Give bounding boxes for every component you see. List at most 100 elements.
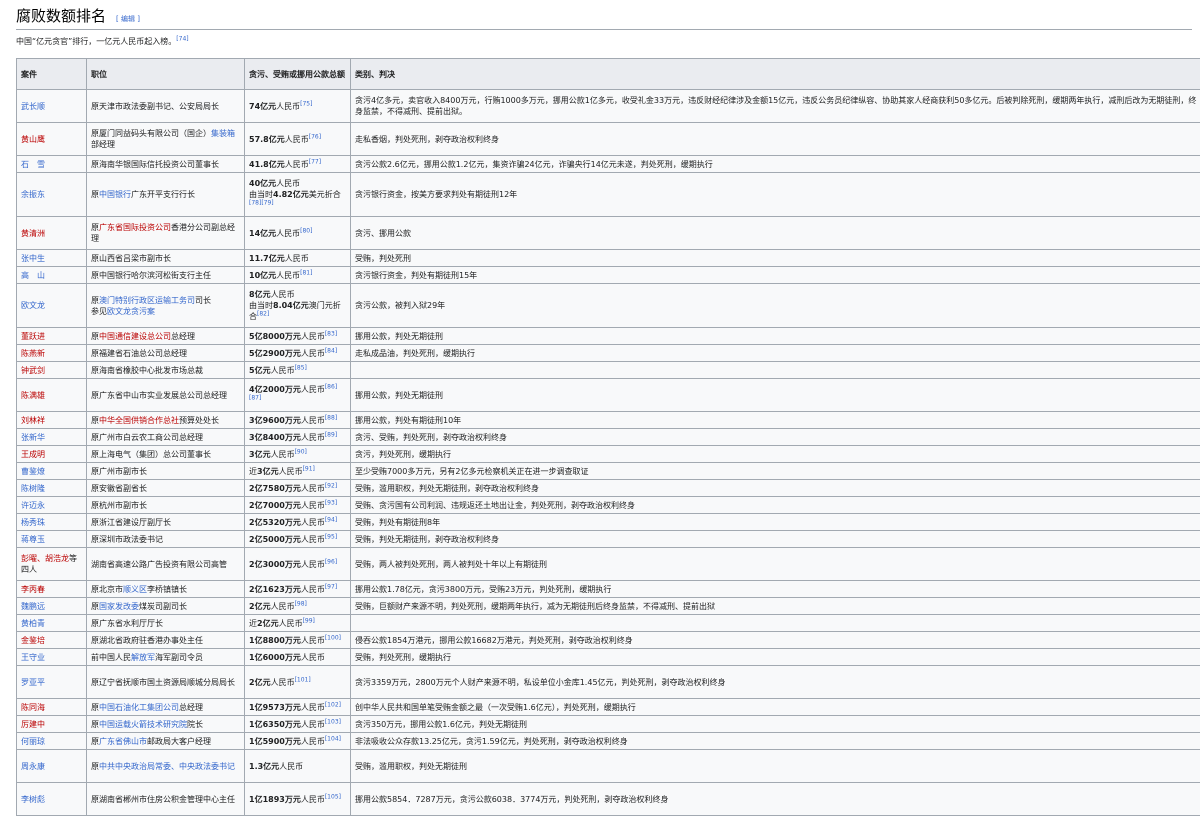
reference-link[interactable]: [102]	[325, 701, 341, 708]
case-name-link[interactable]: 何丽琼	[21, 737, 45, 746]
case-name-link[interactable]: 张中生	[21, 254, 45, 263]
reference-link[interactable]: [84]	[325, 347, 337, 354]
position-link[interactable]: 集装箱	[211, 129, 235, 138]
case-name-link[interactable]: 张新华	[21, 433, 45, 442]
reference-link[interactable]: [80]	[300, 227, 312, 234]
case-name-link[interactable]: 周永康	[21, 762, 45, 771]
amount-value: 2亿1623万元	[249, 585, 301, 594]
position-cell: 原辽宁省抚顺市国土资源局顺城分局局长	[87, 666, 245, 699]
see-also-link[interactable]: 欧文龙贪污案	[107, 307, 155, 316]
reference-link[interactable]: [91]	[303, 465, 315, 472]
case-name-link[interactable]: 陈同海	[21, 703, 45, 712]
case-name-cell: 厉建中	[17, 716, 87, 733]
case-name-link[interactable]: 李树彪	[21, 795, 45, 804]
reference-link[interactable]: [75]	[300, 100, 312, 107]
case-name-link[interactable]: 王守业	[21, 653, 45, 662]
amount-cell: 41.8亿元人民币[77]	[245, 156, 351, 173]
case-name-link[interactable]: 石 雪	[21, 160, 45, 169]
case-name-link[interactable]: 陈燕新	[21, 349, 45, 358]
case-name-link[interactable]: 刘林祥	[21, 416, 45, 425]
case-name-link[interactable]: 陈树隆	[21, 484, 45, 493]
reference-link[interactable]: [90]	[295, 448, 307, 455]
reference-link[interactable]: [105]	[325, 793, 341, 800]
column-header-amount[interactable]: 贪污、受贿或挪用公款总额	[245, 59, 351, 90]
case-name-link[interactable]: 魏鹏远	[21, 602, 45, 611]
reference-link[interactable]: [82]	[257, 310, 269, 317]
position-text: 原广东省水利厅厅长	[91, 619, 163, 628]
case-name-link[interactable]: 金鉴培	[21, 636, 45, 645]
column-header-verdict[interactable]: 类别、判决	[351, 59, 1200, 90]
reference-link[interactable]: [83]	[325, 330, 337, 337]
position-cell: 原湖南省郴州市住房公积金管理中心主任	[87, 783, 245, 816]
case-name-link[interactable]: 武长顺	[21, 102, 45, 111]
verdict-cell: 贪污4亿多元，卖官收入8400万元，行贿1000多万元，挪用公款1亿多元，收受礼…	[351, 90, 1200, 123]
column-header-position[interactable]: 职位	[87, 59, 245, 90]
case-name-link[interactable]: 曹鉴燎	[21, 467, 45, 476]
edit-link[interactable]: [ 编辑 ]	[116, 14, 140, 24]
reference-link[interactable]: [88]	[325, 414, 337, 421]
case-name-link[interactable]: 高 山	[21, 271, 45, 280]
table-header-row: 案件 职位 贪污、受贿或挪用公款总额 类别、判决	[17, 59, 1200, 90]
case-name-cell: 张中生	[17, 250, 87, 267]
reference-link[interactable]: [76]	[309, 133, 321, 140]
reference-link[interactable]: [104]	[325, 735, 341, 742]
case-name-link[interactable]: 欧文龙	[21, 301, 45, 310]
case-name-link[interactable]: 黄柏青	[21, 619, 45, 628]
reference-link[interactable]: [89]	[325, 431, 337, 438]
case-name-link[interactable]: 罗亚平	[21, 678, 45, 687]
position-link[interactable]: 中国石油化工集团公司	[99, 703, 179, 712]
column-header-case[interactable]: 案件	[17, 59, 87, 90]
case-name-link[interactable]: 董跃进	[21, 332, 45, 341]
amount-value: 1亿9573万元	[249, 703, 301, 712]
case-name-link[interactable]: 王成明	[21, 450, 45, 459]
position-link[interactable]: 国家发改委	[99, 602, 139, 611]
position-link[interactable]: 澳门特别行政区运输工务司	[99, 296, 195, 305]
case-name-link[interactable]: 李丙春	[21, 585, 45, 594]
case-name-link[interactable]: 杨秀珠	[21, 518, 45, 527]
reference-link[interactable]: [97]	[325, 583, 337, 590]
position-link[interactable]: 中国通信建设总公司	[99, 332, 171, 341]
reference-link[interactable]: [95]	[325, 533, 337, 540]
amount-value: 74亿元	[249, 102, 276, 111]
case-name-cell: 余振东	[17, 173, 87, 217]
case-name-link[interactable]: 钟武剑	[21, 366, 45, 375]
reference-link[interactable]: [93]	[325, 499, 337, 506]
position-link[interactable]: 广东省佛山市	[99, 737, 147, 746]
position-cell: 原湖北省政府驻香港办事处主任	[87, 632, 245, 649]
position-link[interactable]: 中华全国供销合作总社	[99, 416, 179, 425]
position-link[interactable]: 广东省国际投资公司	[99, 223, 171, 232]
case-name-link[interactable]: 厉建中	[21, 720, 45, 729]
position-link[interactable]: 顺义区	[123, 585, 147, 594]
case-name-link[interactable]: 黄清洲	[21, 229, 45, 238]
position-link[interactable]: 中国运载火箭技术研究院	[99, 720, 187, 729]
case-name-link[interactable]: 许迈永	[21, 501, 45, 510]
case-name-link[interactable]: 黄山鹰	[21, 135, 45, 144]
case-name-cell: 高 山	[17, 267, 87, 284]
reference-link[interactable]: [103]	[325, 718, 341, 725]
position-cell: 原海南华银国际信托投资公司董事长	[87, 156, 245, 173]
case-name-link[interactable]: 彭曜、胡浩龙	[21, 554, 69, 563]
position-prefix: 原	[91, 190, 99, 199]
reference-link[interactable]: [101]	[295, 676, 311, 683]
reference-link[interactable]: [94]	[325, 516, 337, 523]
case-name-link[interactable]: 陈满雄	[21, 391, 45, 400]
reference-link[interactable]: [100]	[325, 634, 341, 641]
article-section: 腐败数额排名 [ 编辑 ] 中国“亿元贪官”排行，一亿元人民币起入榜。[74] …	[0, 0, 1200, 816]
case-name-link[interactable]: 余振东	[21, 190, 45, 199]
reference-link[interactable]: [78][79]	[249, 199, 274, 206]
position-link[interactable]: 解放军	[131, 653, 155, 662]
reference-link[interactable]: [99]	[303, 617, 315, 624]
case-name-cell: 魏鹏远	[17, 598, 87, 615]
position-link[interactable]: 中国银行	[99, 190, 131, 199]
table-row: 钟武剑原海南省橡胶中心批发市场总裁5亿元人民币[85]	[17, 362, 1200, 379]
reference-link[interactable]: [81]	[300, 269, 312, 276]
position-cell: 原国家发改委煤炭司副司长	[87, 598, 245, 615]
position-link[interactable]: 中共中央政治局常委、中央政法委书记	[99, 762, 235, 771]
reference-link[interactable]: [96]	[325, 558, 337, 565]
reference-link[interactable]: [92]	[325, 482, 337, 489]
intro-reference[interactable]: [74]	[176, 35, 188, 42]
reference-link[interactable]: [98]	[295, 600, 307, 607]
reference-link[interactable]: [85]	[295, 364, 307, 371]
reference-link[interactable]: [77]	[309, 158, 321, 165]
case-name-link[interactable]: 蒋尊玉	[21, 535, 45, 544]
